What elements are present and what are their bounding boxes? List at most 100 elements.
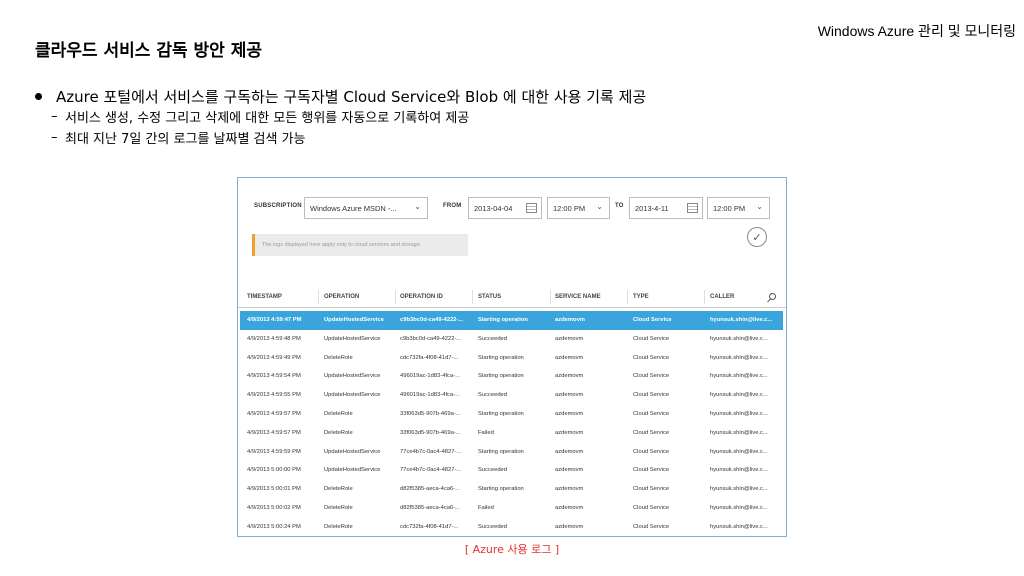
table-cell: hyunsuk.shin@live.c... <box>710 354 768 361</box>
table-cell: UpdateHostedService <box>324 467 381 474</box>
table-cell: Cloud Service <box>633 467 670 474</box>
table-cell: Starting operation <box>478 354 524 361</box>
table-row[interactable]: 4/9/2013 5:00:01 PM DeleteRole d82f5385-ae… <box>240 480 783 499</box>
column-header[interactable]: STATUS <box>478 294 501 300</box>
search-icon[interactable] <box>769 293 776 300</box>
table-cell: Succeeded <box>478 392 508 399</box>
column-divider <box>395 290 396 304</box>
table-cell: 4/9/2013 4:59:48 PM <box>247 335 301 342</box>
table-row[interactable]: 4/9/2013 4:59:49 PM DeleteRole cdc732fa-4f… <box>240 349 783 368</box>
from-label: FROM <box>443 203 462 209</box>
chevron-down-icon: ⌄ <box>414 202 421 211</box>
sub-bullet-dash: – <box>51 130 58 145</box>
table-row[interactable]: 4/9/2013 4:59:47 PM UpdateHostedService c9… <box>240 311 783 330</box>
table-cell: Cloud Service <box>633 448 670 455</box>
calendar-icon[interactable] <box>526 203 537 213</box>
table-cell: 77ce4b7c-0ac4-4827-... <box>400 448 462 455</box>
check-circle-icon[interactable]: ✓ <box>747 227 767 247</box>
table-row[interactable]: 4/9/2013 4:59:57 PM DeleteRole 33f063d5-90… <box>240 405 783 424</box>
notice-bar: The logs displayed here apply only to cl… <box>252 234 468 256</box>
from-date-input[interactable]: 2013-04-04 <box>468 197 542 219</box>
to-label: TO <box>615 203 624 209</box>
table-row[interactable]: 4/9/2013 5:00:24 PM DeleteRole cdc732fa-4f… <box>240 518 783 537</box>
table-cell: 4/9/2013 4:59:47 PM <box>247 317 302 323</box>
table-cell: azdemovm <box>555 467 584 474</box>
subscription-value: Windows Azure MSDN -... <box>310 203 397 213</box>
to-date-input[interactable]: 2013-4-11 <box>629 197 703 219</box>
table-cell: 4/9/2013 4:59:57 PM <box>247 410 301 417</box>
table-row[interactable]: 4/9/2013 5:00:02 PM DeleteRole d82f5385-ae… <box>240 499 783 518</box>
column-divider <box>627 290 628 304</box>
to-time-value: 12:00 PM <box>713 203 746 213</box>
slide-title: 클라우드 서비스 감독 방안 제공 <box>35 41 262 61</box>
calendar-icon[interactable] <box>687 203 698 213</box>
table-cell: azdemovm <box>555 354 584 361</box>
sub-bullet: – 서비스 생성, 수정 그리고 삭제에 대한 모든 행위를 자동으로 기록하여… <box>35 106 646 127</box>
table-cell: UpdateHostedService <box>324 317 384 323</box>
table-cell: Failed <box>478 429 494 436</box>
from-time-select[interactable]: 12:00 PM ⌄ <box>547 197 610 219</box>
table-cell: hyunsuk.shin@live.c... <box>710 448 768 455</box>
azure-log-panel: SUBSCRIPTION Windows Azure MSDN -... ⌄ F… <box>237 177 787 537</box>
table-cell: 4/9/2013 4:59:54 PM <box>247 373 301 380</box>
table-row[interactable]: 4/9/2013 5:00:00 PM UpdateHostedService 77… <box>240 461 783 480</box>
table-cell: Cloud Service <box>633 429 670 436</box>
bullet-list: Azure 포털에서 서비스를 구독하는 구독자별 Cloud Service와… <box>35 86 646 148</box>
table-cell: UpdateHostedService <box>324 373 381 380</box>
table-cell: UpdateHostedService <box>324 335 381 342</box>
table-cell: azdemovm <box>555 410 584 417</box>
chevron-down-icon: ⌄ <box>756 202 763 211</box>
sub-bullet: – 최대 지난 7일 간의 로그를 날짜별 검색 가능 <box>35 127 646 148</box>
bullet-main: Azure 포털에서 서비스를 구독하는 구독자별 Cloud Service와… <box>35 86 646 106</box>
table-row[interactable]: 4/9/2013 4:59:48 PM UpdateHostedService c9… <box>240 330 783 349</box>
table-cell: Succeeded <box>478 467 508 474</box>
column-divider <box>318 290 319 304</box>
table-cell: Starting operation <box>478 486 524 493</box>
table-cell: Cloud Service <box>633 486 670 493</box>
table-row[interactable]: 4/9/2013 4:59:55 PM UpdateHostedService 49… <box>240 386 783 405</box>
column-header[interactable]: SERVICE NAME <box>555 294 601 300</box>
table-cell: 33f063d5-907b-469a-... <box>400 429 461 436</box>
table-cell: 4/9/2013 5:00:01 PM <box>247 486 301 493</box>
column-header[interactable]: OPERATION ID <box>400 294 443 300</box>
table-cell: d82f5385-aeca-4ca6-... <box>400 504 460 511</box>
table-cell: hyunsuk.shin@live.c... <box>710 486 768 493</box>
table-cell: hyunsuk.shin@live.c... <box>710 467 768 474</box>
table-cell: hyunsuk.shin@live.c... <box>710 317 773 323</box>
table-cell: 496019ac-1d83-4fca-... <box>400 392 460 399</box>
column-header[interactable]: OPERATION <box>324 294 359 300</box>
table-cell: hyunsuk.shin@live.c... <box>710 410 768 417</box>
table-cell: Failed <box>478 504 494 511</box>
table-cell: d82f5385-aeca-4ca6-... <box>400 486 460 493</box>
header-note: Windows Azure 관리 및 모니터링 <box>817 23 1016 39</box>
notice-text: The logs displayed here apply only to cl… <box>262 242 422 248</box>
table-cell: Starting operation <box>478 317 528 323</box>
column-divider <box>472 290 473 304</box>
table-cell: 77ce4b7c-0ac4-4827-... <box>400 467 462 474</box>
sub-bullet-text: 서비스 생성, 수정 그리고 삭제에 대한 모든 행위를 자동으로 기록하여 제… <box>65 111 470 126</box>
table-cell: Cloud Service <box>633 392 670 399</box>
table-cell: 4/9/2013 4:59:49 PM <box>247 354 301 361</box>
table-cell: 496019ac-1d83-4fca-... <box>400 373 460 380</box>
subscription-label: SUBSCRIPTION <box>254 203 302 209</box>
table-cell: c9b3bc0d-ca49-4222-... <box>400 317 464 323</box>
table-cell: hyunsuk.shin@live.c... <box>710 523 768 530</box>
table-row[interactable]: 4/9/2013 4:59:54 PM UpdateHostedService 49… <box>240 367 783 386</box>
table-cell: cdc732fa-4f08-41d7-... <box>400 523 459 530</box>
column-header[interactable]: CALLER <box>710 294 734 300</box>
to-time-select[interactable]: 12:00 PM ⌄ <box>707 197 770 219</box>
table-row[interactable]: 4/9/2013 4:59:59 PM UpdateHostedService 77… <box>240 443 783 462</box>
table-header: TIMESTAMP OPERATION OPERATION ID STATUS … <box>238 288 786 308</box>
table-cell: azdemovm <box>555 523 584 530</box>
subscription-select[interactable]: Windows Azure MSDN -... ⌄ <box>304 197 428 219</box>
table-row[interactable]: 4/9/2013 4:59:57 PM DeleteRole 33f063d5-90… <box>240 424 783 443</box>
table-cell: 4/9/2013 5:00:00 PM <box>247 467 301 474</box>
column-header[interactable]: TYPE <box>633 294 649 300</box>
table-cell: 4/9/2013 4:59:59 PM <box>247 448 301 455</box>
table-cell: Cloud Service <box>633 373 670 380</box>
table-cell: Cloud Service <box>633 335 670 342</box>
table-cell: Cloud Service <box>633 317 672 323</box>
table-cell: azdemovm <box>555 429 584 436</box>
column-header[interactable]: TIMESTAMP <box>247 294 282 300</box>
table-cell: azdemovm <box>555 486 584 493</box>
